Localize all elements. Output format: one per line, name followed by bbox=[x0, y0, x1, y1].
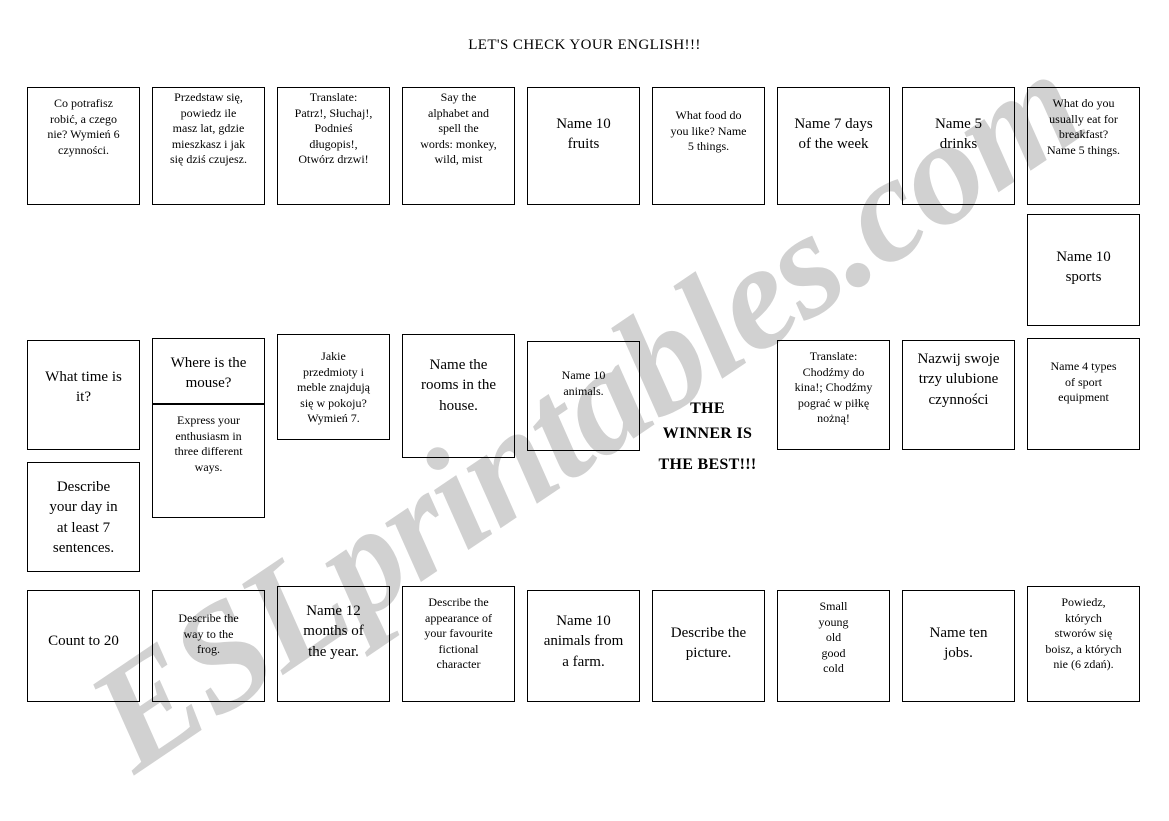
task-card-text: Name 10 animals. bbox=[561, 368, 606, 398]
task-card-text: Express your enthusiasm in three differe… bbox=[174, 413, 243, 474]
task-card-top-5[interactable]: Name 10 fruits bbox=[527, 87, 640, 205]
task-card-text: Nazwij swoje trzy ulubione czynności bbox=[917, 351, 1000, 408]
task-card-text: Name 4 types of sport equipment bbox=[1050, 359, 1117, 405]
task-card-describe-day[interactable]: Describe your day in at least 7 sentence… bbox=[27, 462, 140, 572]
task-card-middle-3[interactable]: Jakie przedmioty i meble znajdują się w … bbox=[277, 334, 390, 440]
task-card-text: Count to 20 bbox=[48, 633, 119, 649]
task-card-middle-1[interactable]: What time is it? bbox=[27, 340, 140, 450]
task-card-text: What food do you like? Name 5 things. bbox=[670, 108, 747, 154]
task-card-bottom-9[interactable]: Powiedz, których stworów się boisz, a kt… bbox=[1027, 586, 1140, 702]
winner-line-1: THE bbox=[690, 400, 725, 417]
task-card-text: What time is it? bbox=[45, 369, 122, 406]
task-card-express-enthusiasm[interactable]: Express your enthusiasm in three differe… bbox=[152, 404, 265, 518]
task-card-bottom-5[interactable]: Name 10 animals from a farm. bbox=[527, 590, 640, 702]
task-card-top-3[interactable]: Translate: Patrz!, Słuchaj!, Podnieś dłu… bbox=[277, 87, 390, 205]
winner-line-3: THE BEST!!! bbox=[658, 455, 757, 473]
task-card-bottom-7[interactable]: Small young old good cold bbox=[777, 590, 890, 702]
task-card-middle-4[interactable]: Name the rooms in the house. bbox=[402, 334, 515, 458]
task-card-top-4[interactable]: Say the alphabet and spell the words: mo… bbox=[402, 87, 515, 205]
task-card-top-9[interactable]: What do you usually eat for breakfast? N… bbox=[1027, 87, 1140, 205]
task-card-text: Jakie przedmioty i meble znajdują się w … bbox=[297, 349, 370, 426]
task-card-text: What do you usually eat for breakfast? N… bbox=[1047, 96, 1120, 157]
winner-line-2: WINNER IS bbox=[662, 424, 753, 442]
task-card-text: Co potrafisz robić, a czego nie? Wymień … bbox=[47, 96, 120, 157]
task-card-text: Describe the way to the frog. bbox=[178, 611, 239, 657]
task-card-bottom-1[interactable]: Count to 20 bbox=[27, 590, 140, 702]
task-card-top-2[interactable]: Przedstaw się, powiedz ile masz lat, gdz… bbox=[152, 87, 265, 205]
task-card-text: Small young old good cold bbox=[818, 599, 849, 676]
task-card-text: Name 10 sports bbox=[1056, 249, 1111, 286]
task-card-text: Name 7 days of the week bbox=[794, 116, 873, 153]
task-card-bottom-4[interactable]: Describe the appearance of your favourit… bbox=[402, 586, 515, 702]
task-card-middle-8[interactable]: Name 4 types of sport equipment bbox=[1027, 338, 1140, 450]
task-card-top-7[interactable]: Name 7 days of the week bbox=[777, 87, 890, 205]
task-card-text: Describe the picture. bbox=[670, 625, 747, 662]
worksheet-page: ESLprintables.com LET'S CHECK YOUR ENGLI… bbox=[0, 0, 1169, 821]
winner-text: THE WINNER IS THE BEST!!! bbox=[645, 397, 770, 477]
task-card-text: Say the alphabet and spell the words: mo… bbox=[420, 90, 497, 167]
task-card-middle-7[interactable]: Nazwij swoje trzy ulubione czynności bbox=[902, 340, 1015, 450]
task-card-top-1[interactable]: Co potrafisz robić, a czego nie? Wymień … bbox=[27, 87, 140, 205]
task-card-text: Name 12 months of the year. bbox=[303, 603, 364, 660]
task-card-middle-2[interactable]: Where is the mouse? bbox=[152, 338, 265, 404]
task-card-middle-6[interactable]: Translate: Chodźmy do kina!; Chodźmy pog… bbox=[777, 340, 890, 450]
task-card-text: Where is the mouse? bbox=[170, 355, 247, 392]
task-card-middle-5[interactable]: Name 10 animals. bbox=[527, 341, 640, 451]
task-card-text: Name 10 fruits bbox=[556, 116, 611, 153]
task-card-text: Powiedz, których stworów się boisz, a kt… bbox=[1045, 595, 1122, 672]
task-card-bottom-8[interactable]: Name ten jobs. bbox=[902, 590, 1015, 702]
page-title: LET'S CHECK YOUR ENGLISH!!! bbox=[468, 37, 701, 53]
task-card-text: Describe the appearance of your favourit… bbox=[424, 595, 493, 672]
task-card-text: Describe your day in at least 7 sentence… bbox=[49, 479, 118, 556]
task-card-bottom-3[interactable]: Name 12 months of the year. bbox=[277, 586, 390, 702]
task-card-text: Name 5 drinks bbox=[934, 116, 983, 153]
task-card-text: Name 10 animals from a farm. bbox=[543, 613, 624, 670]
task-card-text: Name the rooms in the house. bbox=[421, 357, 496, 414]
task-card-text: Przedstaw się, powiedz ile masz lat, gdz… bbox=[170, 90, 247, 167]
task-card-bottom-2[interactable]: Describe the way to the frog. bbox=[152, 590, 265, 702]
task-card-text: Translate: Chodźmy do kina!; Chodźmy pog… bbox=[794, 349, 873, 426]
task-card-bottom-6[interactable]: Describe the picture. bbox=[652, 590, 765, 702]
task-card-top-6[interactable]: What food do you like? Name 5 things. bbox=[652, 87, 765, 205]
task-card-top-8[interactable]: Name 5 drinks bbox=[902, 87, 1015, 205]
task-card-text: Name ten jobs. bbox=[929, 625, 988, 662]
task-card-sports[interactable]: Name 10 sports bbox=[1027, 214, 1140, 326]
task-card-text: Translate: Patrz!, Słuchaj!, Podnieś dłu… bbox=[294, 90, 373, 167]
